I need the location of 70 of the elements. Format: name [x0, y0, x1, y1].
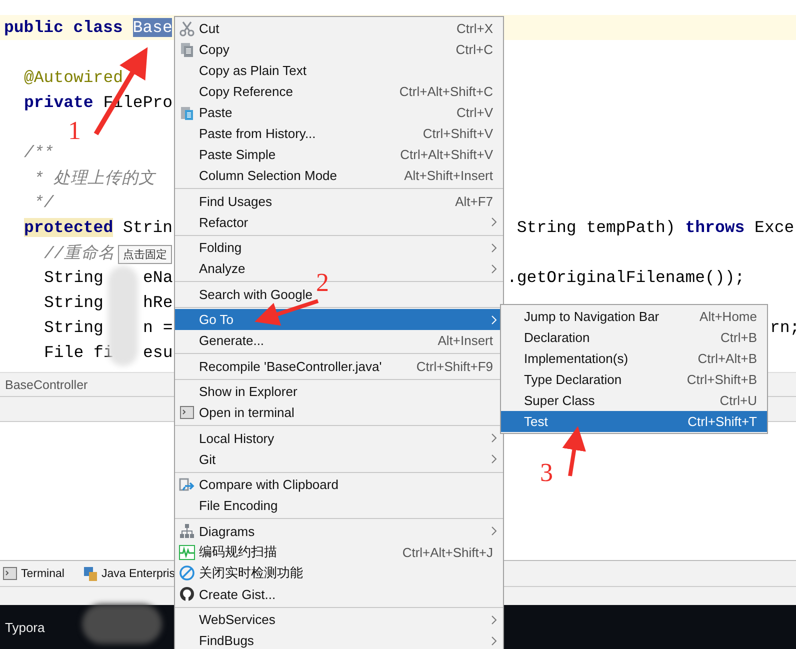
menu-item[interactable]: Copy Reference Ctrl+Alt+Shift+C — [175, 81, 503, 102]
menu-item[interactable]: Folding — [175, 237, 503, 258]
step-number: 3 — [540, 458, 553, 488]
menu-item[interactable]: Implementation(s) Ctrl+Alt+B — [501, 348, 767, 369]
terminal-icon — [3, 567, 17, 580]
step-number: 1 — [68, 116, 81, 146]
scissors-icon — [179, 20, 195, 36]
compare-icon — [179, 476, 195, 492]
code-text: protected — [24, 218, 114, 237]
github-icon — [179, 586, 195, 602]
menu-item[interactable]: Compare with Clipboard — [175, 474, 503, 495]
code-text: String tempPath) — [516, 218, 676, 237]
code-text: String n = — [44, 318, 173, 337]
menu-item[interactable]: Local History — [175, 428, 503, 448]
menu-item[interactable]: 关闭实时检测功能 — [175, 562, 503, 584]
menu-item[interactable]: Generate... Alt+Insert — [175, 330, 503, 351]
menu-item[interactable]: Type Declaration Ctrl+Shift+B — [501, 369, 767, 390]
menu-item[interactable]: Paste Ctrl+V — [175, 102, 503, 123]
taskbar-app-label[interactable]: Typora — [5, 620, 45, 634]
application-icon — [84, 566, 98, 580]
code-text: String hRe — [44, 293, 173, 312]
code-text: /** — [24, 143, 54, 162]
code-text: Exce — [754, 218, 794, 237]
menu-item[interactable]: Super Class Ctrl+U — [501, 390, 767, 411]
menu-item[interactable]: Find Usages Alt+F7 — [175, 190, 503, 212]
code-text: Strin — [122, 218, 173, 237]
tool-window-button[interactable]: Terminal — [3, 567, 64, 580]
menu-item[interactable]: Copy Ctrl+C — [175, 39, 503, 60]
code-text: .getOriginalFilename()); — [507, 268, 745, 287]
menu-item[interactable]: Jump to Navigation Bar Alt+Home — [501, 306, 767, 327]
editor-tab[interactable]: BaseController — [5, 378, 88, 392]
menu-item[interactable]: Open in terminal — [175, 402, 503, 423]
code-text: //重命名 — [44, 244, 115, 262]
menu-item[interactable]: Cut Ctrl+X — [175, 18, 503, 39]
menu-item[interactable]: Create Gist... — [175, 584, 503, 604]
menu-item[interactable]: 编码规约扫描 Ctrl+Alt+Shift+J — [175, 542, 503, 562]
code-text: */ — [32, 193, 54, 212]
tool-window-button[interactable]: Java Enterpris — [84, 566, 175, 580]
menu-item[interactable]: Paste from History... Ctrl+Shift+V — [175, 123, 503, 144]
code-text: * 处理上传的文 — [32, 168, 156, 188]
menu-item[interactable]: Recompile 'BaseController.java' Ctrl+Shift+F9 — [175, 356, 503, 376]
annotation-arrow — [562, 426, 586, 476]
code-text: public class — [4, 18, 124, 37]
code-text: private — [24, 93, 94, 112]
menu-item[interactable]: Column Selection Mode Alt+Shift+Insert — [175, 165, 503, 186]
code-text: rn; — [770, 318, 796, 337]
diagram-icon — [179, 523, 195, 539]
code-text: File fi esu — [44, 343, 173, 362]
menu-item[interactable]: Paste Simple Ctrl+Alt+Shift+V — [175, 144, 503, 165]
code-text: throws — [685, 218, 745, 237]
copy-icon — [179, 42, 195, 58]
prohibited-icon — [179, 565, 195, 581]
menu-item[interactable]: File Encoding — [175, 495, 503, 516]
terminal-icon — [180, 406, 194, 419]
waveform-icon — [179, 544, 195, 560]
menu-item[interactable]: Declaration Ctrl+B — [501, 327, 767, 348]
menu-item[interactable]: Diagrams — [175, 520, 503, 542]
paste-icon — [179, 104, 195, 120]
menu-item[interactable]: Copy as Plain Text — [175, 60, 503, 81]
code-text: @Autowired — [24, 68, 124, 87]
code-text: String eNa — [44, 268, 173, 287]
menu-item[interactable]: Git — [175, 448, 503, 470]
menu-item[interactable]: Show in Explorer — [175, 381, 503, 402]
menu-item[interactable]: FindBugs — [175, 630, 503, 649]
menu-item[interactable]: WebServices — [175, 609, 503, 630]
menu-item[interactable]: Refactor — [175, 212, 503, 232]
menu-item[interactable]: Test Ctrl+Shift+T — [501, 411, 767, 432]
code-text: Base — [132, 18, 172, 37]
tooltip: 点击固定 — [118, 245, 172, 264]
menu-item[interactable]: Go To — [175, 309, 503, 330]
